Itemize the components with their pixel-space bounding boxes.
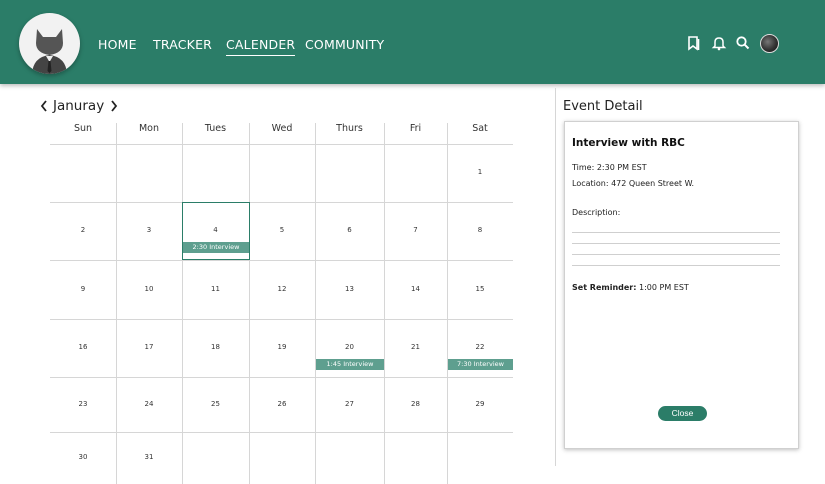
weekday-header: Sun	[73, 123, 93, 134]
calendar-day[interactable]: 16	[50, 343, 116, 351]
description-line[interactable]	[572, 265, 780, 266]
grid-column-line	[315, 123, 316, 484]
grid-column-line	[384, 123, 385, 484]
reminder-value: 1:00 PM EST	[639, 283, 689, 292]
calendar-day[interactable]: 8	[447, 226, 513, 234]
grid-row-line	[50, 202, 513, 203]
calendar-day[interactable]: 30	[50, 453, 116, 461]
calendar-day[interactable]: 20	[315, 343, 384, 351]
grid-row-line	[50, 260, 513, 261]
calendar-day[interactable]: 24	[116, 400, 182, 408]
calendar-day[interactable]: 19	[249, 343, 315, 351]
grid-row-line	[50, 432, 513, 433]
nav-tracker[interactable]: TRACKER	[153, 37, 212, 52]
grid-column-line	[249, 123, 250, 484]
description-line[interactable]	[572, 232, 780, 233]
calendar-day[interactable]: 25	[182, 400, 249, 408]
calendar-day[interactable]: 27	[315, 400, 384, 408]
description-label: Description:	[572, 208, 621, 217]
event-detail-card: Interview with RBC Time: 2:30 PM EST Loc…	[564, 121, 799, 449]
calendar-day[interactable]: 11	[182, 285, 249, 293]
panel-divider	[555, 88, 556, 466]
calendar-day[interactable]: 31	[116, 453, 182, 461]
calendar-day[interactable]: 3	[116, 226, 182, 234]
bookmark-icon[interactable]	[686, 35, 702, 51]
description-line[interactable]	[572, 243, 780, 244]
bell-icon[interactable]	[711, 35, 727, 51]
weekday-header: Fri	[409, 123, 422, 134]
weekday-header: Wed	[271, 123, 293, 134]
event-detail-heading: Event Detail	[563, 99, 643, 114]
calendar-event[interactable]: 7:30 Interview	[448, 359, 513, 370]
calendar-day[interactable]: 13	[315, 285, 384, 293]
calendar-day[interactable]: 17	[116, 343, 182, 351]
event-time: Time: 2:30 PM EST	[572, 163, 647, 172]
calendar-day[interactable]: 10	[116, 285, 182, 293]
top-navigation-bar: HOME TRACKER CALENDER COMMUNITY	[0, 0, 825, 84]
weekday-header: Tues	[204, 123, 227, 134]
grid-row-line	[50, 144, 513, 145]
calendar-day[interactable]: 14	[384, 285, 447, 293]
event-title: Interview with RBC	[572, 137, 685, 149]
grid-row-line	[50, 319, 513, 320]
grid-column-line	[116, 123, 117, 484]
month-label: Januray	[53, 98, 105, 114]
calendar-day[interactable]: 12	[249, 285, 315, 293]
description-line[interactable]	[572, 254, 780, 255]
calendar-event[interactable]: 2:30 Interview	[183, 242, 249, 253]
nav-calender[interactable]: CALENDER	[226, 37, 296, 56]
user-avatar[interactable]	[760, 34, 779, 53]
grid-column-line	[447, 123, 448, 484]
calendar-day[interactable]: 22	[447, 343, 513, 351]
calendar-day[interactable]: 5	[249, 226, 315, 234]
calendar-day[interactable]: 29	[447, 400, 513, 408]
calendar-day[interactable]: 26	[249, 400, 315, 408]
calendar-day[interactable]: 28	[384, 400, 447, 408]
close-button[interactable]: Close	[658, 406, 707, 421]
grid-column-line	[182, 123, 183, 484]
nav-home[interactable]: HOME	[98, 37, 137, 52]
grid-row-line	[50, 377, 513, 378]
calendar-event[interactable]: 1:45 Interview	[316, 359, 384, 370]
calendar-day[interactable]: 4	[182, 226, 249, 234]
event-location: Location: 472 Queen Street W.	[572, 179, 695, 188]
reminder-label: Set Reminder:	[572, 283, 637, 292]
nav-community[interactable]: COMMUNITY	[305, 37, 384, 52]
calendar-day[interactable]: 15	[447, 285, 513, 293]
weekday-header: Sat	[472, 123, 488, 134]
calendar-day[interactable]: 23	[50, 400, 116, 408]
calendar-day[interactable]: 9	[50, 285, 116, 293]
previous-month-chevron-icon[interactable]	[38, 98, 50, 114]
calendar-day[interactable]: 7	[384, 226, 447, 234]
calendar-day[interactable]: 18	[182, 343, 249, 351]
weekday-header: Thurs	[336, 123, 363, 134]
calendar-day[interactable]: 2	[50, 226, 116, 234]
next-month-chevron-icon[interactable]	[108, 98, 120, 114]
calendar-day[interactable]: 1	[447, 168, 513, 176]
calendar-day[interactable]: 6	[315, 226, 384, 234]
calendar-day[interactable]: 21	[384, 343, 447, 351]
weekday-header: Mon	[138, 123, 160, 134]
search-icon[interactable]	[735, 35, 751, 51]
cat-logo[interactable]	[19, 13, 80, 74]
reminder-row[interactable]: Set Reminder: 1:00 PM EST	[572, 283, 689, 292]
